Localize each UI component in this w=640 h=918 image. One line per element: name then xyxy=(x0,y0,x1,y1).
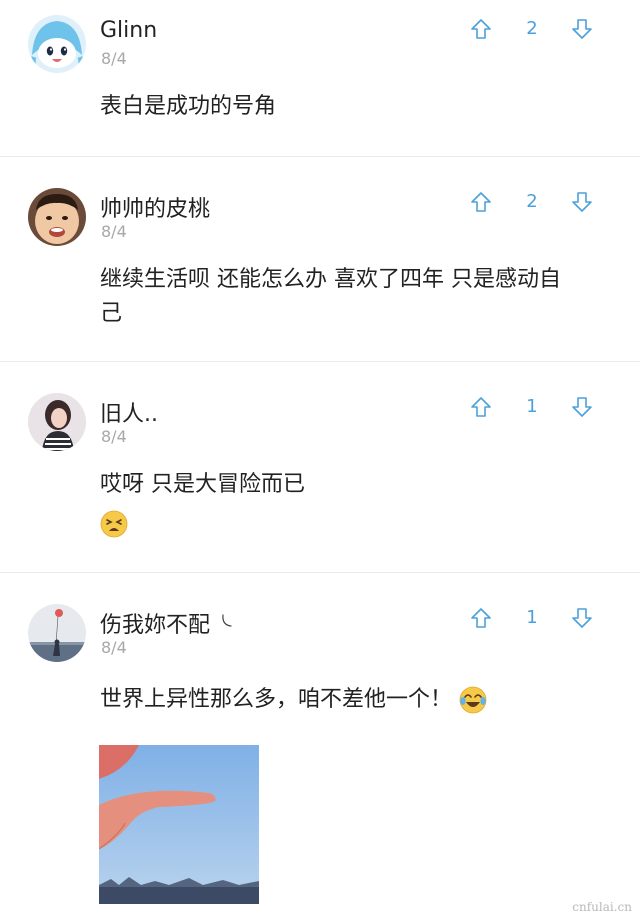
watermark: cnfulai.cn xyxy=(572,900,632,914)
upvote-icon[interactable] xyxy=(470,18,492,40)
moon-icon xyxy=(222,614,232,627)
comment-item: 帅帅的皮桃 8/4 2 继续生活呗 还能怎么办 喜欢了四年 只是感动自 己 xyxy=(0,157,640,362)
comment-date: 8/4 xyxy=(101,49,127,68)
girl-photo-image xyxy=(28,393,86,451)
downvote-icon[interactable] xyxy=(571,607,593,629)
vote-count: 2 xyxy=(526,191,538,212)
comment-text-line: 继续生活呗 还能怎么办 喜欢了四年 只是感动自 xyxy=(100,267,561,292)
child-photo-image xyxy=(28,188,86,246)
avatar[interactable] xyxy=(28,188,86,246)
comment-item: 旧人.. 8/4 1 哎呀 只是大冒险而已 xyxy=(0,362,640,573)
username[interactable]: 帅帅的皮桃 xyxy=(100,191,210,223)
username[interactable]: 旧人.. xyxy=(100,396,158,428)
comment-item: Glinn 8/4 2 表白是成功的号角 xyxy=(0,0,640,157)
vote-count: 1 xyxy=(526,396,538,417)
peace-sign-hand-sky-image xyxy=(99,745,259,904)
downvote-icon[interactable] xyxy=(571,191,593,213)
balloon-photo-image xyxy=(28,604,86,662)
comment-text: 继续生活呗 还能怎么办 喜欢了四年 只是感动自 己 xyxy=(100,263,600,331)
comment-text: 哎呀 只是大冒险而已 xyxy=(100,472,305,497)
downvote-icon[interactable] xyxy=(571,396,593,418)
avatar[interactable] xyxy=(28,604,86,662)
tears-of-joy-emoji-icon xyxy=(459,686,487,714)
username-text: 伤我妳不配 xyxy=(100,613,211,638)
comment-text-line: 己 xyxy=(100,301,123,326)
cartoon-avatar-image xyxy=(28,15,86,73)
username[interactable]: 伤我妳不配 xyxy=(100,607,232,639)
upvote-icon[interactable] xyxy=(470,191,492,213)
comment-date: 8/4 xyxy=(101,638,127,657)
username[interactable]: Glinn xyxy=(100,18,157,43)
upvote-icon[interactable] xyxy=(470,396,492,418)
upvote-icon[interactable] xyxy=(470,607,492,629)
comment-photo[interactable] xyxy=(99,745,259,904)
comment-item: 伤我妳不配 8/4 1 世界上异性那么多，咱不差他一个！ xyxy=(0,573,640,918)
avatar[interactable] xyxy=(28,393,86,451)
comment-date: 8/4 xyxy=(101,222,127,241)
downvote-icon[interactable] xyxy=(571,18,593,40)
tired-face-emoji-icon xyxy=(100,510,128,538)
comment-date: 8/4 xyxy=(101,427,127,446)
comment-text: 世界上异性那么多，咱不差他一个！ xyxy=(100,683,600,717)
comment-text-body: 世界上异性那么多，咱不差他一个！ xyxy=(100,687,453,712)
vote-count: 1 xyxy=(526,607,538,628)
comment-feed: Glinn 8/4 2 表白是成功的号角 帅帅的皮桃 8/4 2 继续生活呗 还… xyxy=(0,0,640,918)
avatar[interactable] xyxy=(28,15,86,73)
comment-text: 表白是成功的号角 xyxy=(100,94,277,119)
vote-count: 2 xyxy=(526,18,538,39)
